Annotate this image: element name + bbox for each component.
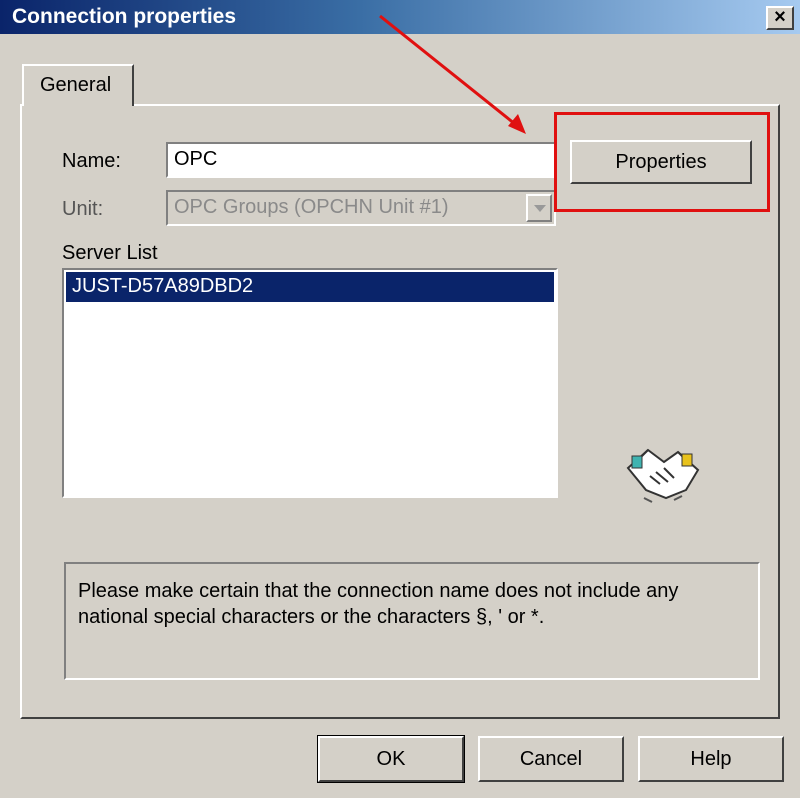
close-icon: × xyxy=(774,6,786,28)
server-list-label: Server List xyxy=(62,242,158,264)
name-label: Name: xyxy=(62,150,121,172)
dropdown-arrow-icon xyxy=(526,194,552,222)
name-input[interactable]: OPC xyxy=(166,142,556,178)
unit-label: Unit: xyxy=(62,198,104,220)
ok-button[interactable]: OK xyxy=(317,735,465,783)
handshake-icon xyxy=(626,448,700,503)
help-button[interactable]: Help xyxy=(638,736,784,782)
unit-select: OPC Groups (OPCHN Unit #1) xyxy=(166,190,556,226)
tab-general[interactable]: General xyxy=(22,64,134,106)
window-title: Connection properties xyxy=(12,5,237,28)
list-item[interactable]: JUST-D57A89DBD2 xyxy=(66,272,554,302)
tab-general-label: General xyxy=(40,74,112,96)
title-bar: Connection properties × xyxy=(0,0,800,34)
notice-text: Please make certain that the connection … xyxy=(78,580,679,628)
notice-box: Please make certain that the connection … xyxy=(64,562,760,680)
cancel-button[interactable]: Cancel xyxy=(478,736,624,782)
annotation-highlight-box xyxy=(554,112,770,212)
unit-select-value: OPC Groups (OPCHN Unit #1) xyxy=(174,196,449,218)
close-button[interactable]: × xyxy=(766,6,794,30)
server-list[interactable]: JUST-D57A89DBD2 xyxy=(62,268,558,498)
